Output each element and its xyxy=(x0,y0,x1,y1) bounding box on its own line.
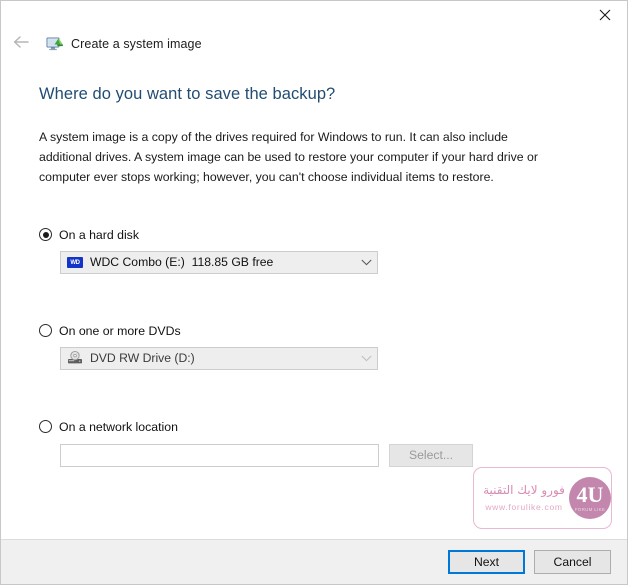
close-icon xyxy=(599,9,611,21)
page-description: A system image is a copy of the drives r… xyxy=(39,130,538,184)
network-location-row: Select... xyxy=(60,443,589,467)
radio-network-label: On a network location xyxy=(59,419,178,434)
cancel-button[interactable]: Cancel xyxy=(534,550,611,574)
watermark-badge: 4U FORUM LIKE xyxy=(569,477,611,519)
chevron-down-icon xyxy=(355,259,377,266)
hard-disk-dropdown[interactable]: WD WDC Combo (E:) 118.85 GB free xyxy=(60,250,378,274)
dvd-dropdown[interactable]: DVD RW Drive (D:) xyxy=(60,346,378,370)
radio-hard-disk-indicator xyxy=(39,228,52,242)
watermark-arabic-text: فورو لايك التقنية xyxy=(483,483,565,498)
page-title: Where do you want to save the backup? xyxy=(39,85,336,103)
create-system-image-window: Create a system image Where do you want … xyxy=(0,0,628,585)
back-arrow-icon xyxy=(13,35,30,54)
option-dvd: On one or more DVDs DVD RW Drive (D:) xyxy=(39,322,589,370)
chevron-down-icon xyxy=(355,355,377,362)
radio-dvd-indicator xyxy=(39,324,52,338)
title-bar xyxy=(1,1,627,29)
system-image-icon xyxy=(46,35,64,53)
close-button[interactable] xyxy=(582,1,627,29)
radio-hard-disk[interactable]: On a hard disk xyxy=(39,226,589,244)
watermark-logo: فورو لايك التقنية www.forulike.com 4U FO… xyxy=(473,467,612,529)
radio-dvd-label: On one or more DVDs xyxy=(59,323,181,338)
watermark-url: www.forulike.com xyxy=(485,501,563,512)
radio-dvd[interactable]: On one or more DVDs xyxy=(39,322,589,340)
hard-disk-dropdown-value: WDC Combo (E:) 118.85 GB free xyxy=(90,255,274,270)
option-hard-disk: On a hard disk WD WDC Combo (E:) 118.85 … xyxy=(39,226,589,274)
select-button[interactable]: Select... xyxy=(389,443,473,467)
next-button[interactable]: Next xyxy=(448,550,525,574)
dialog-footer: Next Cancel xyxy=(1,539,627,584)
option-network: On a network location Select... xyxy=(39,418,589,467)
watermark-badge-subtext: FORUM LIKE xyxy=(574,507,606,512)
back-button[interactable] xyxy=(9,32,33,56)
navigation-bar: Create a system image xyxy=(1,29,627,59)
radio-network-indicator xyxy=(39,420,52,434)
app-title: Create a system image xyxy=(71,37,202,51)
network-location-input[interactable] xyxy=(60,443,379,467)
watermark-text-block: فورو لايك التقنية www.forulike.com xyxy=(480,483,568,512)
watermark-badge-text: 4U xyxy=(576,482,604,507)
radio-hard-disk-label: On a hard disk xyxy=(59,227,139,242)
hard-drive-icon: WD xyxy=(67,254,83,270)
radio-network[interactable]: On a network location xyxy=(39,418,589,436)
dvd-dropdown-value: DVD RW Drive (D:) xyxy=(90,351,195,366)
content-area: Where do you want to save the backup? A … xyxy=(1,59,627,539)
optical-drive-icon xyxy=(67,350,83,366)
